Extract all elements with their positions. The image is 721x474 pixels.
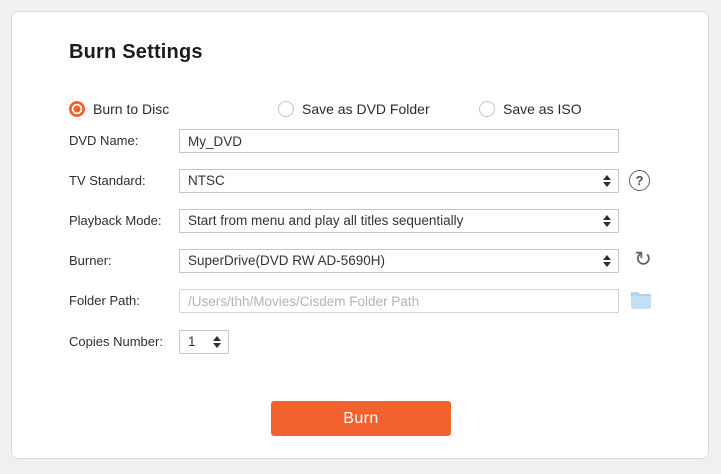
browse-folder-icon[interactable]: [630, 291, 652, 315]
burner-select[interactable]: SuperDrive(DVD RW AD-5690H): [179, 249, 619, 273]
dvd-name-row: DVD Name:: [12, 129, 708, 153]
burn-button[interactable]: Burn: [271, 401, 451, 436]
copies-number-row: Copies Number: 1: [12, 330, 708, 354]
radio-burn-to-disc-label: Burn to Disc: [93, 101, 170, 117]
radio-unselected-icon: [479, 101, 495, 117]
radio-save-as-iso-label: Save as ISO: [503, 101, 582, 117]
radio-unselected-icon: [278, 101, 294, 117]
copies-number-stepper[interactable]: 1: [179, 330, 229, 354]
playback-mode-value: Start from menu and play all titles sequ…: [188, 213, 464, 228]
radio-save-as-dvd-folder-label: Save as DVD Folder: [302, 101, 430, 117]
refresh-burners-icon[interactable]: ↻: [631, 247, 655, 273]
burner-value: SuperDrive(DVD RW AD-5690H): [188, 253, 386, 268]
folder-path-label: Folder Path:: [69, 293, 140, 308]
copies-number-label: Copies Number:: [69, 334, 163, 349]
copies-number-value: 1: [188, 334, 196, 349]
help-icon[interactable]: ?: [629, 170, 650, 191]
playback-mode-select[interactable]: Start from menu and play all titles sequ…: [179, 209, 619, 233]
dvd-name-label: DVD Name:: [69, 133, 139, 148]
folder-path-input[interactable]: [179, 289, 619, 313]
folder-path-row: Folder Path:: [12, 289, 708, 313]
select-updown-arrows-icon: [603, 215, 611, 227]
radio-burn-to-disc[interactable]: Burn to Disc: [69, 100, 169, 118]
dvd-name-input[interactable]: [179, 129, 619, 153]
tv-standard-select[interactable]: NTSC: [179, 169, 619, 193]
playback-mode-label: Playback Mode:: [69, 213, 162, 228]
tv-standard-row: TV Standard: NTSC ?: [12, 169, 708, 193]
page-title: Burn Settings: [69, 41, 203, 63]
playback-mode-row: Playback Mode: Start from menu and play …: [12, 209, 708, 233]
tv-standard-label: TV Standard:: [69, 173, 146, 188]
burner-label: Burner:: [69, 253, 112, 268]
burn-settings-panel: Burn Settings Burn to Disc Save as DVD F…: [11, 11, 709, 459]
select-updown-arrows-icon: [603, 255, 611, 267]
radio-save-as-iso[interactable]: Save as ISO: [479, 100, 582, 118]
burner-row: Burner: SuperDrive(DVD RW AD-5690H) ↻: [12, 247, 708, 273]
tv-standard-value: NTSC: [188, 173, 225, 188]
select-updown-arrows-icon: [603, 175, 611, 187]
radio-save-as-dvd-folder[interactable]: Save as DVD Folder: [278, 100, 430, 118]
stepper-updown-arrows-icon[interactable]: [213, 336, 221, 348]
radio-selected-icon: [69, 101, 85, 117]
